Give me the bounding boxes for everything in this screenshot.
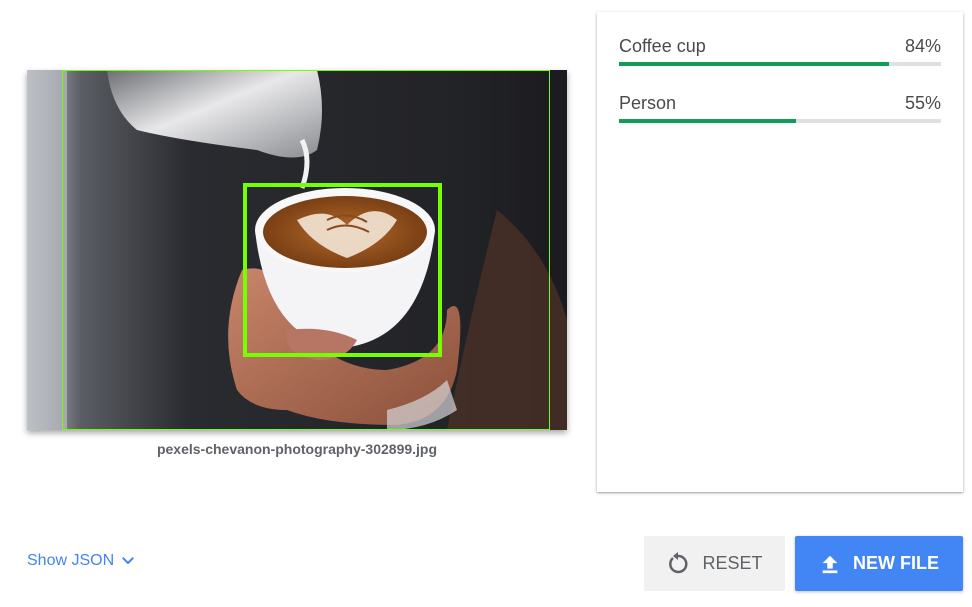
coffee-cup-bounding-box (243, 183, 442, 357)
confidence-bar-track (619, 119, 941, 123)
confidence-bar-track (619, 62, 941, 66)
result-label: Person (619, 93, 677, 113)
reset-icon (669, 551, 688, 573)
results-panel: Coffee cup 84% Person 55% (597, 12, 963, 492)
confidence-bar-fill (619, 119, 797, 123)
analyzed-image (27, 70, 567, 430)
image-filename: pexels-chevanon-photography-302899.jpg (156, 441, 438, 457)
reset-label: RESET (702, 553, 763, 573)
confidence-bar-fill (619, 62, 890, 66)
show-json-toggle[interactable]: Show JSON (27, 552, 136, 570)
new-file-label: NEW FILE (853, 553, 939, 573)
chevron-down-icon (122, 557, 134, 564)
result-label: Coffee cup (619, 36, 706, 56)
upload-icon (822, 555, 838, 573)
reset-button[interactable]: RESET (644, 536, 785, 591)
result-percent: 55% (904, 93, 941, 113)
result-percent: 84% (904, 36, 941, 56)
show-json-label: Show JSON (27, 552, 115, 569)
new-file-button[interactable]: NEW FILE (795, 536, 963, 591)
